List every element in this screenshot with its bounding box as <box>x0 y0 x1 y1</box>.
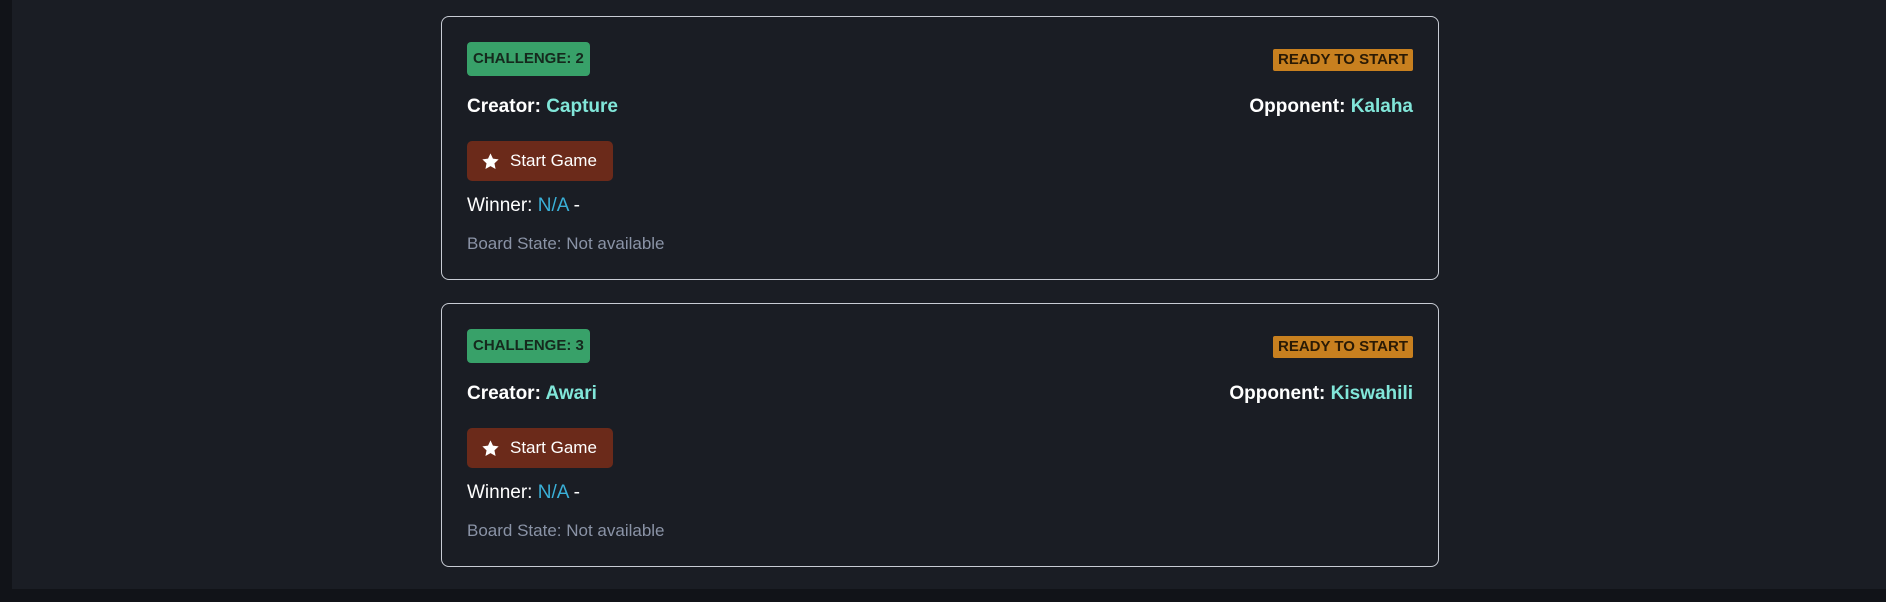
creator-line: Creator: Capture <box>467 96 618 118</box>
opponent-label: Opponent: <box>1249 96 1346 117</box>
winner-line: Winner: N/A - <box>467 195 580 217</box>
page: CHALLENGE: 2 READY TO START Creator: Cap… <box>12 0 1886 589</box>
status-badge: READY TO START <box>1272 49 1413 71</box>
opponent-name: Kalaha <box>1350 96 1413 117</box>
winner-suffix: - <box>573 482 580 503</box>
opponent-label: Opponent: <box>1229 383 1326 404</box>
challenge-card: CHALLENGE: 2 READY TO START Creator: Cap… <box>441 16 1439 280</box>
creator-name: Awari <box>545 383 597 404</box>
star-icon <box>482 152 499 169</box>
winner-label: Winner: <box>467 482 533 503</box>
opponent-line: Opponent: Kalaha <box>1249 96 1413 118</box>
winner-label: Winner: <box>467 195 533 216</box>
start-game-button[interactable]: Start Game <box>467 428 613 468</box>
creator-label: Creator: <box>467 383 541 404</box>
creator-line: Creator: Awari <box>467 383 597 405</box>
challenge-card: CHALLENGE: 3 READY TO START Creator: Awa… <box>441 303 1439 567</box>
winner-value: N/A <box>537 482 569 503</box>
start-game-button[interactable]: Start Game <box>467 141 613 181</box>
winner-suffix: - <box>573 195 580 216</box>
opponent-line: Opponent: Kiswahili <box>1229 383 1413 405</box>
status-badge: READY TO START <box>1272 336 1413 358</box>
board-state: Board State: Not available <box>467 521 665 540</box>
challenge-id-badge: CHALLENGE: 2 <box>467 42 590 76</box>
winner-value: N/A <box>537 195 569 216</box>
winner-line: Winner: N/A - <box>467 482 580 504</box>
challenge-id-badge: CHALLENGE: 3 <box>467 329 590 363</box>
opponent-name: Kiswahili <box>1330 383 1413 404</box>
board-state: Board State: Not available <box>467 234 665 253</box>
creator-label: Creator: <box>467 96 541 117</box>
creator-name: Capture <box>546 96 618 117</box>
start-game-label: Start Game <box>510 151 597 170</box>
start-game-label: Start Game <box>510 438 597 457</box>
star-icon <box>482 439 499 456</box>
